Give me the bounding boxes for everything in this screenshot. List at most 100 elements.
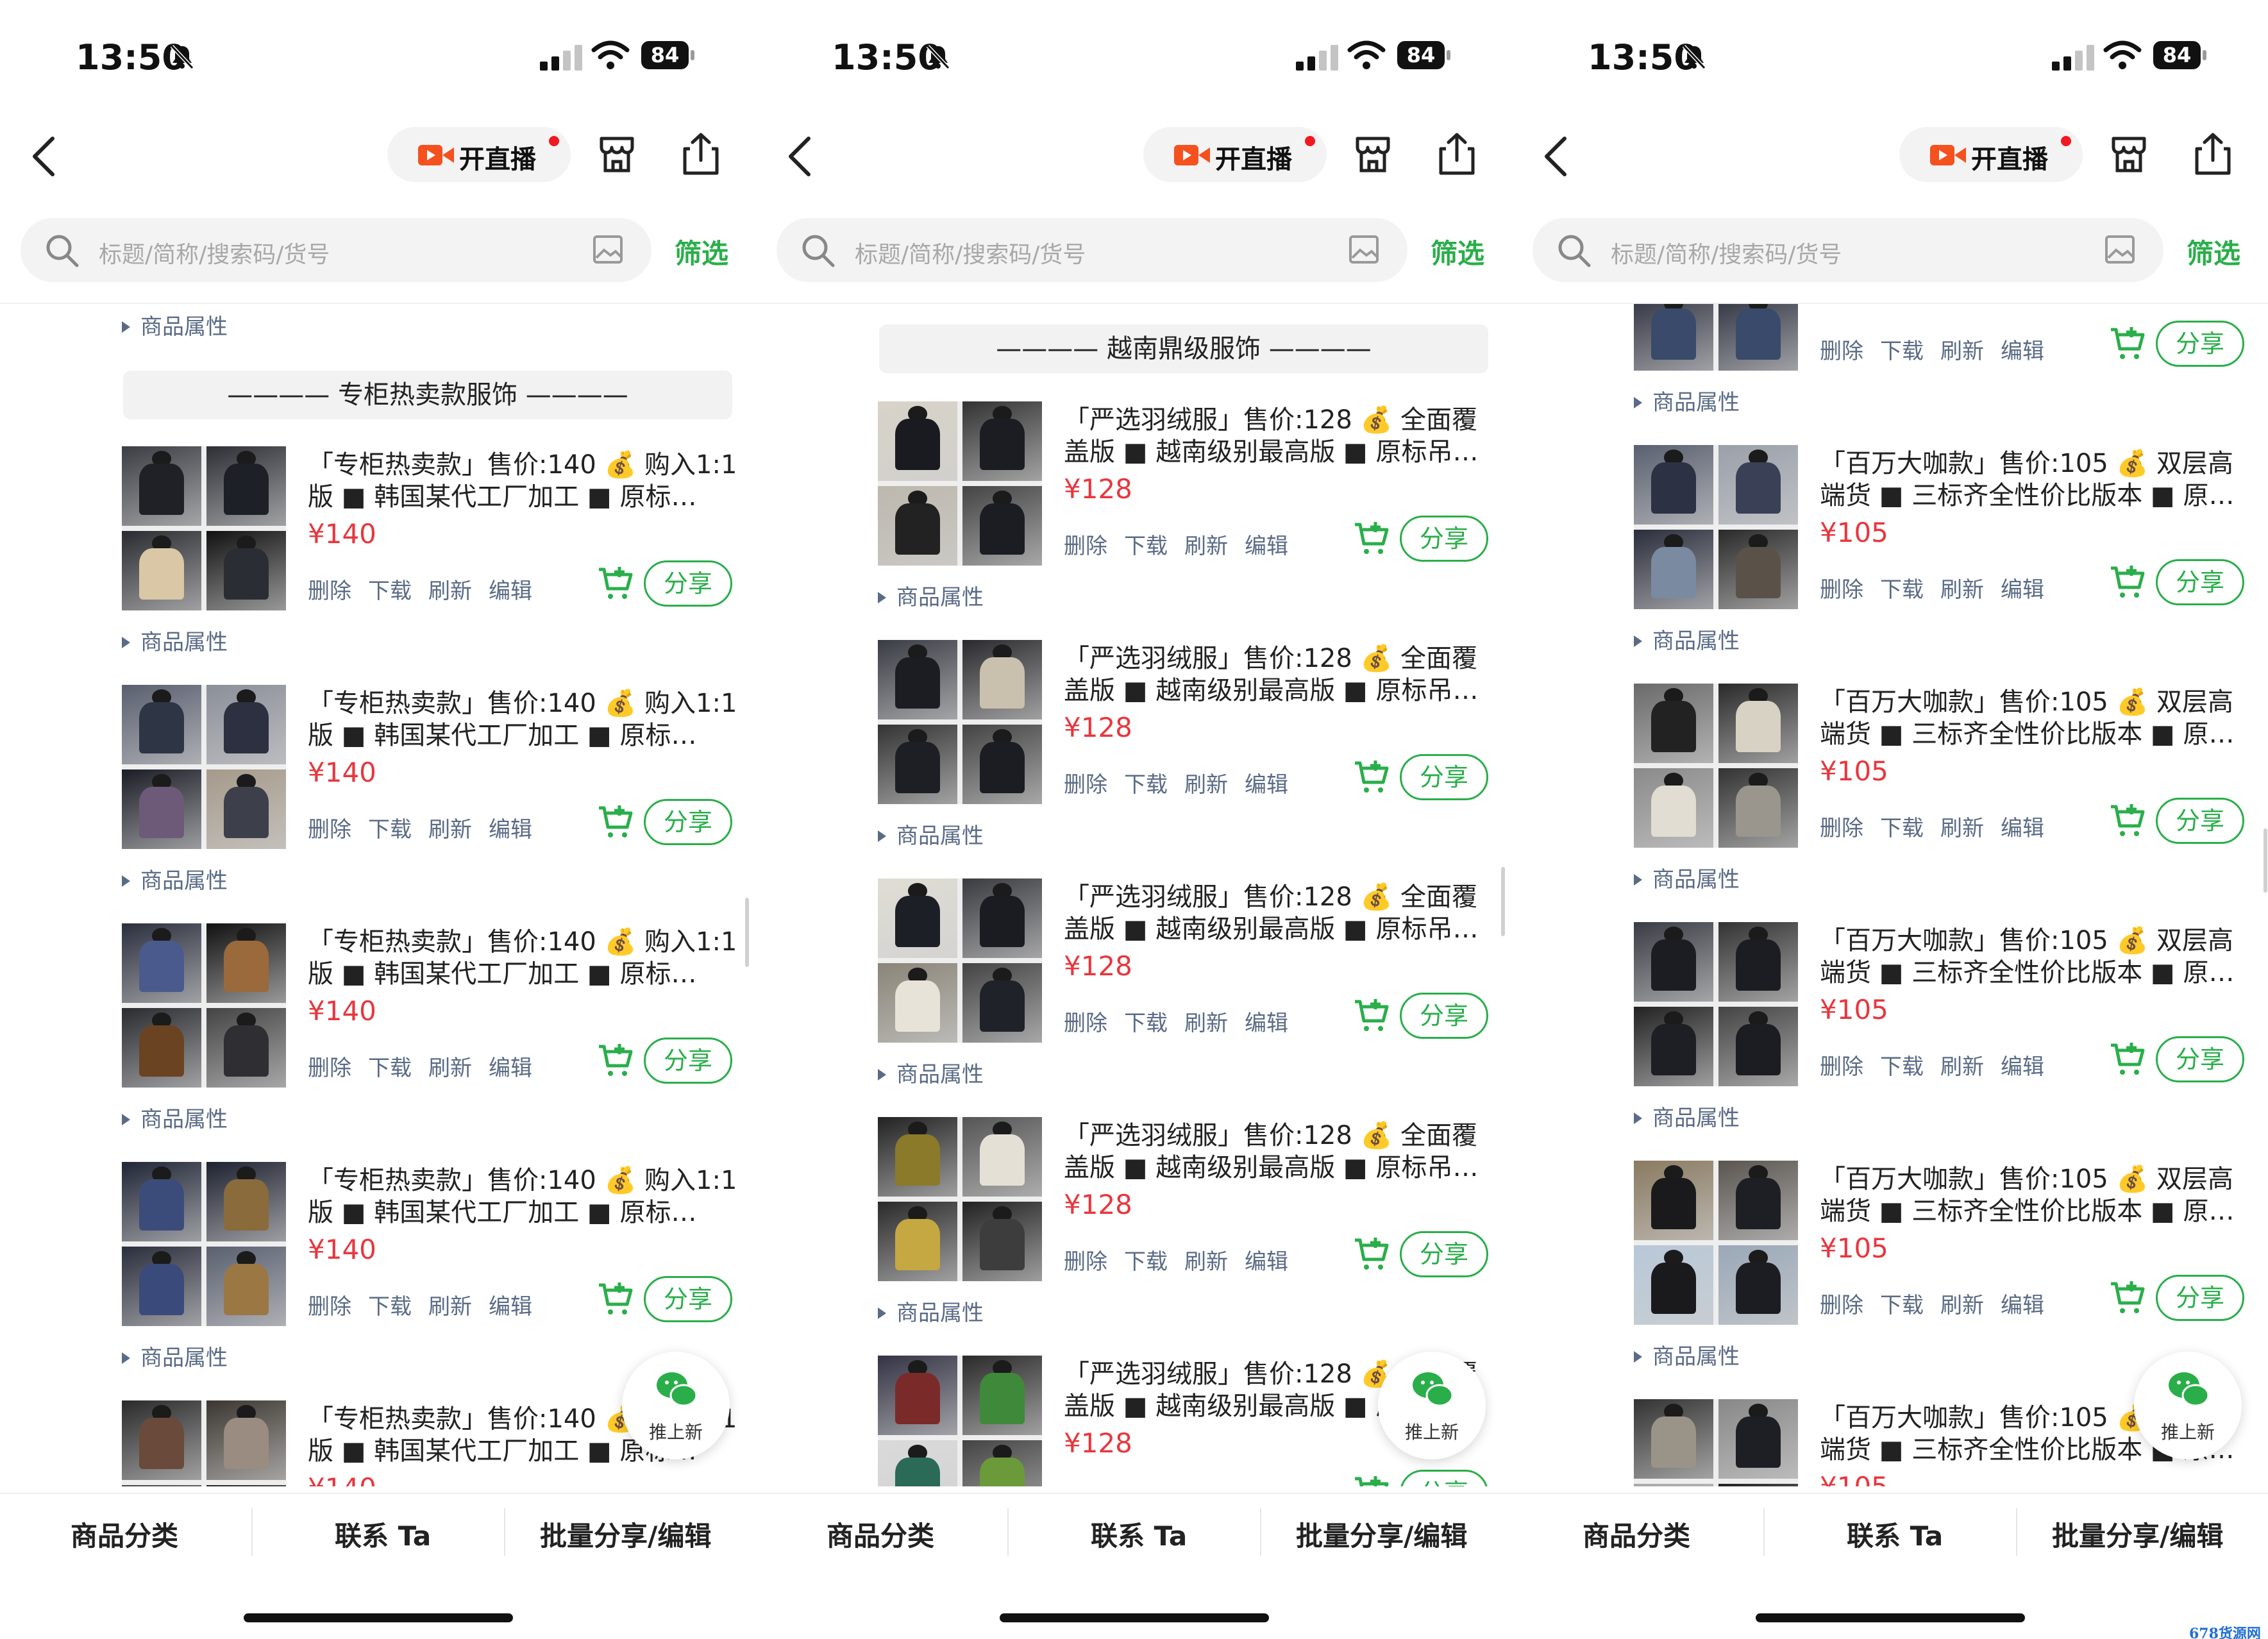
edit-button[interactable]: 编辑 <box>1245 772 1288 798</box>
download-button[interactable]: 下载 <box>1880 816 1924 841</box>
filter-button[interactable]: 筛选 <box>2187 232 2240 271</box>
edit-button[interactable]: 编辑 <box>2001 577 2044 603</box>
product-attributes-toggle[interactable]: 商品属性 <box>1634 1100 1740 1132</box>
add-to-cart-button[interactable] <box>2108 324 2146 362</box>
product-thumbnail[interactable] <box>878 878 1042 1043</box>
delete-button[interactable]: 删除 <box>308 578 351 604</box>
product-card[interactable]: 「百万大咖款」售价:105 💰 双层高端货 ■ 三标齐全性价比版本 ■ 原… ¥1… <box>1634 1161 2249 1325</box>
delete-button[interactable]: 删除 <box>1820 1054 1863 1080</box>
product-card[interactable]: 「专柜热卖款」售价:140 💰 购入1:1版 ■ 韩国某代工厂加工 ■ 原标… ¥… <box>122 1162 737 1326</box>
product-attributes-toggle[interactable]: 商品属性 <box>878 818 984 850</box>
refresh-button[interactable]: 刷新 <box>1940 577 1984 603</box>
download-button[interactable]: 下载 <box>1124 772 1168 798</box>
product-attributes-toggle[interactable]: 商品属性 <box>122 309 228 340</box>
add-to-cart-button[interactable] <box>1352 1235 1390 1272</box>
product-attributes-toggle[interactable]: 商品属性 <box>878 1295 984 1327</box>
share-pill-button[interactable]: 分享 <box>644 799 732 845</box>
tab-batch-share[interactable]: 批量分享/编辑 <box>2052 1515 2223 1554</box>
add-to-cart-button[interactable] <box>1352 996 1390 1034</box>
add-to-cart-button[interactable] <box>2108 802 2146 839</box>
storefront-button[interactable] <box>2108 135 2149 176</box>
delete-button[interactable]: 删除 <box>1064 1249 1107 1275</box>
download-button[interactable]: 下载 <box>1880 1054 1924 1080</box>
download-button[interactable]: 下载 <box>1880 577 1924 603</box>
download-button[interactable]: 下载 <box>368 1294 412 1320</box>
download-button[interactable]: 下载 <box>368 817 412 843</box>
download-button[interactable]: 下载 <box>368 1055 412 1081</box>
share-button[interactable] <box>2193 132 2233 176</box>
add-to-cart-button[interactable] <box>596 1280 634 1317</box>
delete-button[interactable]: 删除 <box>1820 577 1863 603</box>
refresh-button[interactable]: 刷新 <box>1940 1293 1984 1318</box>
product-card[interactable]: 「百万大咖款」售价:105 💰 双层高端货 ■ 三标齐全性价比版本 ■ 原… ¥1… <box>1634 445 2249 609</box>
tab-contact[interactable]: 联系 Ta <box>1091 1515 1187 1554</box>
edit-button[interactable]: 编辑 <box>489 817 532 843</box>
product-thumbnail[interactable] <box>1634 922 1798 1086</box>
share-button[interactable] <box>1437 132 1477 176</box>
filter-button[interactable]: 筛选 <box>1431 232 1484 271</box>
refresh-button[interactable]: 刷新 <box>1940 339 1984 364</box>
share-button[interactable] <box>681 132 721 176</box>
search-input[interactable]: 标题/简称/搜索码/货号 <box>777 218 1407 282</box>
download-button[interactable]: 下载 <box>1124 1011 1168 1036</box>
tab-batch-share[interactable]: 批量分享/编辑 <box>1296 1515 1467 1554</box>
download-button[interactable]: 下载 <box>1880 1293 1924 1318</box>
share-pill-button[interactable]: 分享 <box>644 1038 732 1084</box>
product-card[interactable]: 「严选羽绒服」售价:128 💰 全面覆盖版 ■ 越南级别最高版 ■ 原标吊… ¥1… <box>878 640 1493 804</box>
refresh-button[interactable]: 刷新 <box>428 1055 472 1081</box>
product-card[interactable]: 「严选羽绒服」售价:128 💰 全面覆盖版 ■ 越南级别最高版 ■ 原标吊… ¥1… <box>878 1117 1493 1281</box>
refresh-button[interactable]: 刷新 <box>428 578 472 604</box>
search-input[interactable]: 标题/简称/搜索码/货号 <box>21 218 651 282</box>
edit-button[interactable]: 编辑 <box>489 1055 532 1081</box>
image-search-button[interactable] <box>592 235 623 264</box>
share-pill-button[interactable]: 分享 <box>1400 1231 1488 1277</box>
share-pill-button[interactable]: 分享 <box>2156 1275 2244 1321</box>
product-thumbnail[interactable] <box>122 1400 286 1486</box>
back-button[interactable] <box>28 136 60 177</box>
tab-category[interactable]: 商品分类 <box>1583 1515 1690 1554</box>
product-thumbnail[interactable] <box>1634 1399 1798 1486</box>
tab-category[interactable]: 商品分类 <box>71 1515 178 1554</box>
product-card[interactable]: 删除 下载 刷新 编辑 分享 <box>1634 304 2249 371</box>
product-thumbnail[interactable] <box>1634 304 1798 371</box>
tab-category[interactable]: 商品分类 <box>827 1515 934 1554</box>
storefront-button[interactable] <box>596 135 637 176</box>
product-thumbnail[interactable] <box>1634 1161 1798 1325</box>
product-thumbnail[interactable] <box>122 446 286 610</box>
edit-button[interactable]: 编辑 <box>2001 1054 2044 1080</box>
refresh-button[interactable]: 刷新 <box>1184 1249 1228 1275</box>
share-pill-button[interactable]: 分享 <box>644 1276 732 1322</box>
product-thumbnail[interactable] <box>122 685 286 849</box>
delete-button[interactable]: 删除 <box>1820 816 1863 841</box>
refresh-button[interactable]: 刷新 <box>1940 816 1984 841</box>
add-to-cart-button[interactable] <box>596 1041 634 1079</box>
product-thumbnail[interactable] <box>878 1117 1042 1281</box>
download-button[interactable]: 下载 <box>1880 339 1924 364</box>
add-to-cart-button[interactable] <box>2108 563 2146 600</box>
add-to-cart-button[interactable] <box>2108 1040 2146 1077</box>
product-thumbnail[interactable] <box>122 1162 286 1326</box>
go-live-button[interactable]: 开直播 <box>1143 127 1327 182</box>
delete-button[interactable]: 删除 <box>308 1055 351 1081</box>
refresh-button[interactable]: 刷新 <box>428 817 472 843</box>
add-to-cart-button[interactable] <box>1352 1474 1390 1486</box>
search-input[interactable]: 标题/简称/搜索码/货号 <box>1533 218 2163 282</box>
edit-button[interactable]: 编辑 <box>489 578 532 604</box>
image-search-button[interactable] <box>2104 235 2135 264</box>
share-pill-button[interactable]: 分享 <box>1400 754 1488 800</box>
tab-batch-share[interactable]: 批量分享/编辑 <box>540 1515 711 1554</box>
edit-button[interactable]: 编辑 <box>1245 1249 1288 1275</box>
download-button[interactable]: 下载 <box>368 578 412 604</box>
storefront-button[interactable] <box>1352 135 1393 176</box>
share-pill-button[interactable]: 分享 <box>1400 516 1488 562</box>
tab-contact[interactable]: 联系 Ta <box>335 1515 431 1554</box>
product-thumbnail[interactable] <box>122 923 286 1088</box>
refresh-button[interactable]: 刷新 <box>1940 1054 1984 1080</box>
download-button[interactable]: 下载 <box>1124 1249 1168 1275</box>
product-attributes-toggle[interactable]: 商品属性 <box>1634 862 1740 893</box>
delete-button[interactable]: 删除 <box>308 1294 351 1320</box>
push-new-float-button[interactable]: 推上新 <box>622 1352 730 1459</box>
product-attributes-toggle[interactable]: 商品属性 <box>878 580 984 611</box>
product-attributes-toggle[interactable]: 商品属性 <box>1634 1339 1740 1370</box>
product-attributes-toggle[interactable]: 商品属性 <box>1634 385 1740 416</box>
